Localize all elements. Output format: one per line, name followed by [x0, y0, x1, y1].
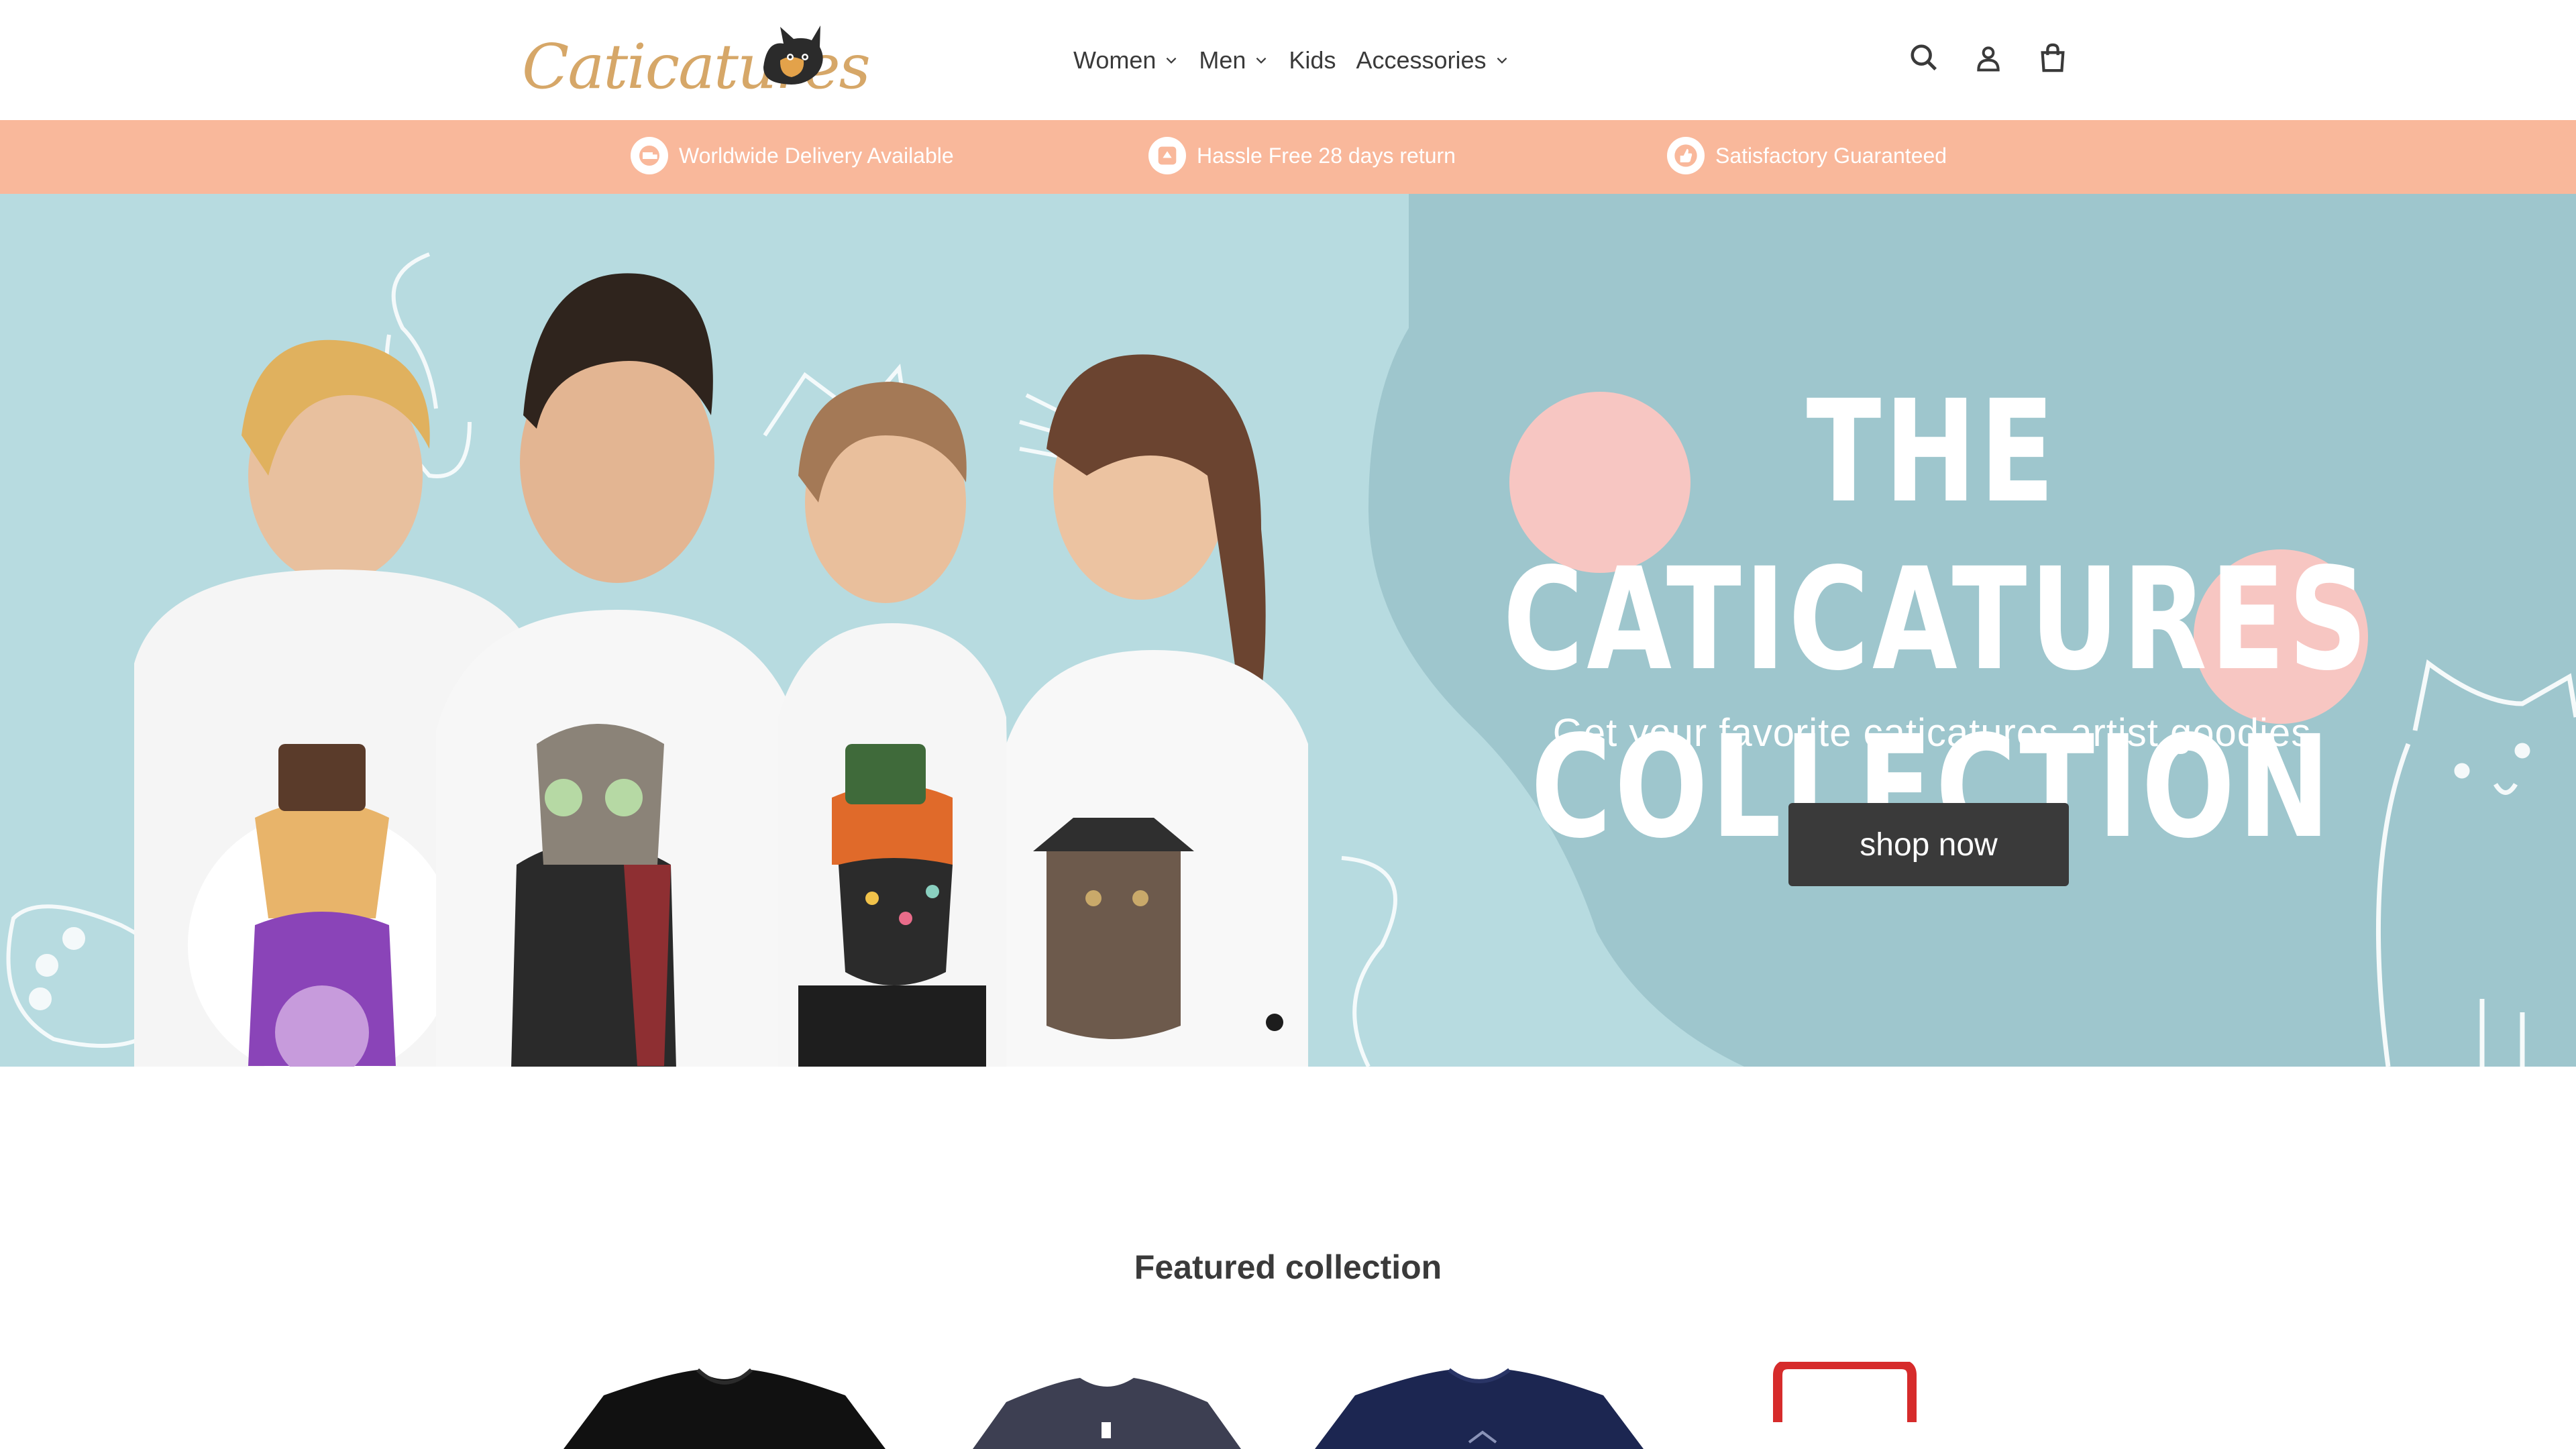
tshirt-charcoal-image: [973, 1378, 1241, 1449]
cat-logo-icon: [763, 25, 823, 85]
search-icon: [1911, 44, 1937, 71]
site-header: Caticatures Women Men Kids Accessories: [0, 0, 2576, 120]
product-card[interactable]: [564, 1362, 885, 1449]
perk-label: Worldwide Delivery Available: [679, 143, 954, 168]
chevron-down-icon: [1167, 57, 1177, 64]
nav-item-label: Kids: [1289, 46, 1336, 74]
hero-banner: THE CATICATURES COLLECTION Get your favo…: [0, 194, 2576, 1067]
perk-returns: Hassle Free 28 days return: [1148, 137, 1456, 174]
nav-item-kids[interactable]: Kids: [1289, 46, 1336, 74]
featured-collection-title: Featured collection: [1134, 1248, 1442, 1286]
shop-now-button[interactable]: shop now: [1788, 803, 2069, 886]
tote-bag-image: [1767, 1362, 1923, 1449]
account-icon: [1977, 46, 2000, 72]
nav-item-accessories[interactable]: Accessories: [1356, 46, 1509, 74]
hero-title-line1: THE CATICATURES: [1503, 370, 2371, 702]
tshirt-navy-image: [1315, 1368, 1644, 1449]
slide-indicator-dot[interactable]: [1266, 1014, 1283, 1031]
nav-item-label: Accessories: [1356, 46, 1487, 74]
delivery-icon: [631, 137, 668, 174]
cart-button[interactable]: [2034, 39, 2072, 76]
nav-item-label: Men: [1199, 46, 1246, 74]
nav-item-label: Women: [1073, 46, 1157, 74]
return-icon: [1148, 137, 1186, 174]
chevron-down-icon: [1497, 57, 1507, 64]
hero-subtitle: Get your favorite caticatures artist goo…: [1552, 711, 2312, 755]
announcement-bar: Worldwide Delivery Available Hassle Free…: [0, 120, 2576, 194]
perk-label: Satisfactory Guaranteed: [1715, 143, 1947, 168]
account-button[interactable]: [1970, 39, 2007, 76]
search-button[interactable]: [1905, 39, 1943, 76]
hero-title: THE CATICATURES COLLECTION: [1503, 368, 2371, 871]
perk-label: Hassle Free 28 days return: [1197, 143, 1456, 168]
product-card[interactable]: [973, 1362, 1241, 1449]
header-actions: [1905, 39, 2072, 76]
chevron-down-icon: [1256, 57, 1267, 64]
brand-logo[interactable]: Caticatures: [522, 20, 871, 103]
nav-item-women[interactable]: Women: [1073, 46, 1179, 74]
perk-delivery: Worldwide Delivery Available: [631, 137, 954, 174]
models-in-cat-tshirts: [134, 273, 1308, 1067]
main-nav: Women Men Kids Accessories: [1073, 40, 1509, 80]
cart-icon: [2041, 43, 2065, 72]
nav-item-men[interactable]: Men: [1199, 46, 1269, 74]
tshirt-black-image: [564, 1368, 885, 1449]
product-card[interactable]: [1758, 1362, 1932, 1449]
thumbs-up-icon: [1667, 137, 1705, 174]
perk-guarantee: Satisfactory Guaranteed: [1667, 137, 1947, 174]
product-card[interactable]: [1315, 1362, 1644, 1449]
